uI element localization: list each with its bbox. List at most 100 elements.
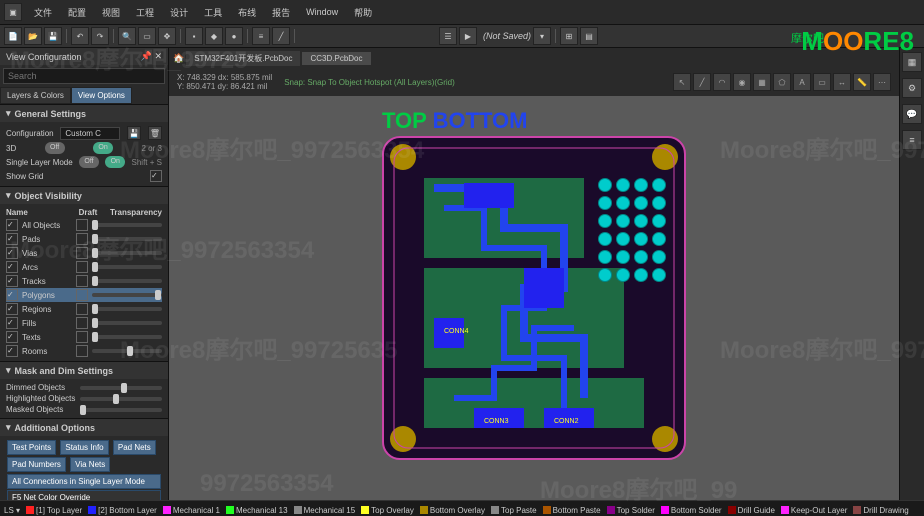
layer-drillguide[interactable]: Drill Guide <box>728 506 775 515</box>
ct-dim-icon[interactable]: ↔ <box>833 73 851 91</box>
ct-measure-icon[interactable]: 📏 <box>853 73 871 91</box>
obj-rooms[interactable]: ✓Rooms <box>6 344 162 358</box>
obj-fills[interactable]: ✓Fills <box>6 316 162 330</box>
obj-all[interactable]: ✓All Objects <box>6 218 162 232</box>
pcb-board[interactable]: CONN4 CONN3 CONN2 <box>382 136 686 460</box>
menu-report[interactable]: 报告 <box>268 4 294 21</box>
ct-poly-icon[interactable]: ⬠ <box>773 73 791 91</box>
menu-file[interactable]: 文件 <box>30 4 56 21</box>
layer-bottomoverlay[interactable]: Bottom Overlay <box>420 506 485 515</box>
ct-cursor-icon[interactable]: ↖ <box>673 73 691 91</box>
doc-tab-1[interactable]: STM32F401开发板.PcbDoc <box>186 51 300 66</box>
toggle-3d-on[interactable]: On <box>93 142 113 154</box>
home-icon[interactable]: 🏠 <box>173 53 184 64</box>
btn-f5netcolor[interactable]: F5 Net Color Override <box>7 490 161 500</box>
new-icon[interactable]: 📄 <box>4 27 22 45</box>
layer-drilldraw[interactable]: Drill Drawing <box>853 506 908 515</box>
btn-testpoints[interactable]: Test Points <box>7 440 56 455</box>
btn-padnumbers[interactable]: Pad Numbers <box>7 457 66 472</box>
layer-topsolder[interactable]: Top Solder <box>607 506 655 515</box>
dropdown-icon[interactable]: ▾ <box>533 27 551 45</box>
tab-layers-colors[interactable]: Layers & Colors <box>0 87 71 104</box>
layer-keepout[interactable]: Keep-Out Layer <box>781 506 847 515</box>
layer-topoverlay[interactable]: Top Overlay <box>361 506 414 515</box>
rail-properties-icon[interactable]: ⚙ <box>902 78 922 98</box>
config-dropdown[interactable]: Custom C <box>60 127 120 140</box>
ct-arc-icon[interactable]: ◠ <box>713 73 731 91</box>
undo-icon[interactable]: ↶ <box>71 27 89 45</box>
btn-vianets[interactable]: Via Nets <box>70 457 110 472</box>
obj-texts[interactable]: ✓Texts <box>6 330 162 344</box>
general-settings-header[interactable]: ▾ General Settings <box>0 105 168 122</box>
btn-statusinfo[interactable]: Status Info <box>60 440 108 455</box>
menu-project[interactable]: 工程 <box>132 4 158 21</box>
ct-line-icon[interactable]: ╱ <box>693 73 711 91</box>
menu-tools[interactable]: 工具 <box>200 4 226 21</box>
obj-polygons[interactable]: ✓Polygons <box>6 288 162 302</box>
additional-options-header[interactable]: ▾ Additional Options <box>0 419 168 436</box>
run-icon[interactable]: ▶ <box>459 27 477 45</box>
redo-icon[interactable]: ↷ <box>91 27 109 45</box>
zoom-icon[interactable]: 🔍 <box>118 27 136 45</box>
pcb-canvas[interactable]: TOP BOTTOM <box>169 96 899 500</box>
obj-regions[interactable]: ✓Regions <box>6 302 162 316</box>
btn-padnets[interactable]: Pad Nets <box>113 440 156 455</box>
ct-text-icon[interactable]: A <box>793 73 811 91</box>
dimmed-row[interactable]: Dimmed Objects <box>6 382 162 393</box>
obj-pads[interactable]: ✓Pads <box>6 232 162 246</box>
obj-arcs[interactable]: ✓Arcs <box>6 260 162 274</box>
doc-tab-2[interactable]: CC3D.PcbDoc <box>302 52 370 65</box>
layer-bottomsolder[interactable]: Bottom Solder <box>661 506 722 515</box>
ct-comp-icon[interactable]: ▭ <box>813 73 831 91</box>
menu-help[interactable]: 帮助 <box>350 4 376 21</box>
config-delete-icon[interactable]: 🗑 <box>148 126 162 140</box>
ct-fill-icon[interactable]: ▦ <box>753 73 771 91</box>
menu-design[interactable]: 设计 <box>166 4 192 21</box>
filter-icon[interactable]: ☰ <box>439 27 457 45</box>
rail-comments-icon[interactable]: 💬 <box>902 104 922 124</box>
extra-icon[interactable]: ⊞ <box>560 27 578 45</box>
show-grid-check[interactable]: ✓ <box>150 170 162 182</box>
extra2-icon[interactable]: ▤ <box>580 27 598 45</box>
layer-set-icon[interactable]: LS ▾ <box>4 506 20 515</box>
rail-layers-icon[interactable]: ≡ <box>902 130 922 150</box>
panel-pin-icon[interactable]: 📌 ✕ <box>141 51 162 62</box>
toggle-single-off[interactable]: Off <box>79 156 99 168</box>
menu-window[interactable]: Window <box>302 5 342 19</box>
obj-vias[interactable]: ✓Vias <box>6 246 162 260</box>
menu-view[interactable]: 视图 <box>98 4 124 21</box>
layer-bottompaste[interactable]: Bottom Paste <box>543 506 601 515</box>
layer-mech13[interactable]: Mechanical 13 <box>226 506 288 515</box>
layer-mech15[interactable]: Mechanical 15 <box>294 506 356 515</box>
ct-via-icon[interactable]: ◉ <box>733 73 751 91</box>
obj-tracks[interactable]: ✓Tracks <box>6 274 162 288</box>
btn-allconn[interactable]: All Connections in Single Layer Mode <box>7 474 161 489</box>
mask-dim-header[interactable]: ▾ Mask and Dim Settings <box>0 362 168 379</box>
layer-mech1[interactable]: Mechanical 1 <box>163 506 220 515</box>
layer-bottom[interactable]: [2] Bottom Layer <box>88 506 157 515</box>
save-icon[interactable]: 💾 <box>44 27 62 45</box>
toggle-single-on[interactable]: On <box>105 156 125 168</box>
config-save-icon[interactable]: 💾 <box>127 126 141 140</box>
layer-toppaste[interactable]: Top Paste <box>491 506 537 515</box>
search-input[interactable] <box>3 68 165 84</box>
layer-top[interactable]: [1] Top Layer <box>26 506 82 515</box>
tool-b-icon[interactable]: ◆ <box>205 27 223 45</box>
not-saved-label: (Not Saved) <box>483 31 531 41</box>
menu-config[interactable]: 配置 <box>64 4 90 21</box>
tab-view-options[interactable]: View Options <box>71 87 132 104</box>
masked-row[interactable]: Masked Objects <box>6 404 162 415</box>
select-icon[interactable]: ▭ <box>138 27 156 45</box>
net-icon[interactable]: ╱ <box>272 27 290 45</box>
layer-icon[interactable]: ≡ <box>252 27 270 45</box>
hint-3d: 2 or 3 <box>142 144 162 153</box>
toggle-3d-off[interactable]: Off <box>45 142 65 154</box>
highlighted-row[interactable]: Highlighted Objects <box>6 393 162 404</box>
object-visibility-header[interactable]: ▾ Object Visibility <box>0 187 168 204</box>
move-icon[interactable]: ✥ <box>158 27 176 45</box>
ct-more-icon[interactable]: ⋯ <box>873 73 891 91</box>
open-icon[interactable]: 📂 <box>24 27 42 45</box>
tool-a-icon[interactable]: ▪ <box>185 27 203 45</box>
menu-route[interactable]: 布线 <box>234 4 260 21</box>
tool-c-icon[interactable]: ● <box>225 27 243 45</box>
